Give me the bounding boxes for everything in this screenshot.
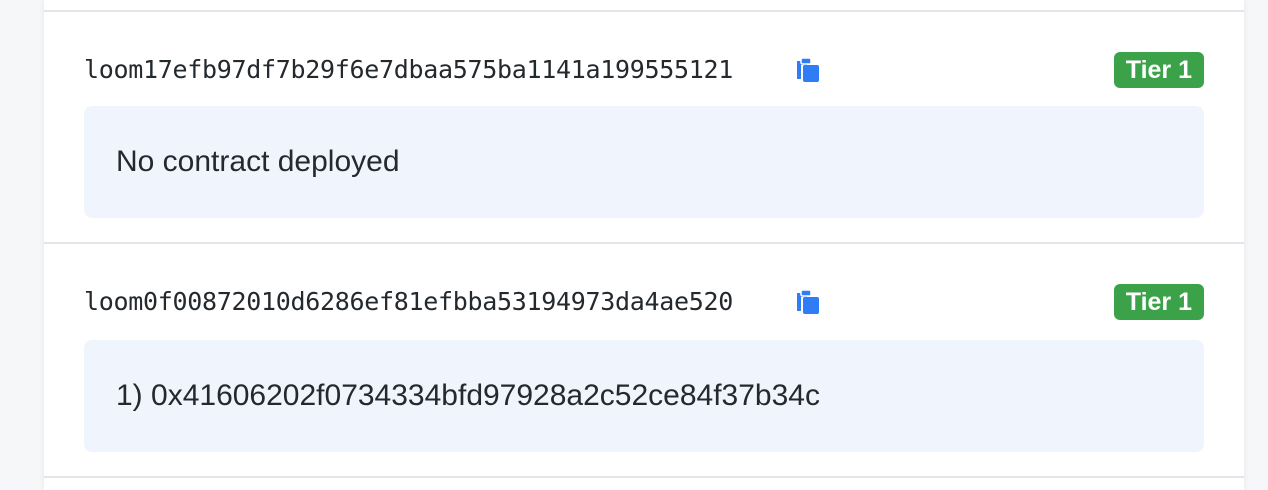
contracts-box: 1) 0x41606202f0734334bfd97928a2c52ce84f3… <box>84 340 1204 452</box>
top-divider <box>44 10 1244 12</box>
account-address: loom0f00872010d6286ef81efbba53194973da4a… <box>84 287 734 316</box>
contracts-text: No contract deployed <box>116 145 400 178</box>
row-divider <box>44 242 1244 244</box>
bottom-divider <box>44 476 1244 478</box>
contracts-text: 1) 0x41606202f0734334bfd97928a2c52ce84f3… <box>116 379 820 412</box>
account-header: loom0f00872010d6286ef81efbba53194973da4a… <box>84 282 1204 322</box>
tier-badge: Tier 1 <box>1113 52 1204 88</box>
contracts-box: No contract deployed <box>84 106 1204 218</box>
clipboard-copy-icon[interactable] <box>794 287 822 317</box>
clipboard-copy-icon[interactable] <box>794 55 822 85</box>
account-header: loom17efb97df7b29f6e7dbaa575ba1141a19955… <box>84 50 1204 90</box>
accounts-card: loom17efb97df7b29f6e7dbaa575ba1141a19955… <box>44 0 1244 490</box>
tier-badge: Tier 1 <box>1113 284 1204 320</box>
account-address: loom17efb97df7b29f6e7dbaa575ba1141a19955… <box>84 55 734 84</box>
